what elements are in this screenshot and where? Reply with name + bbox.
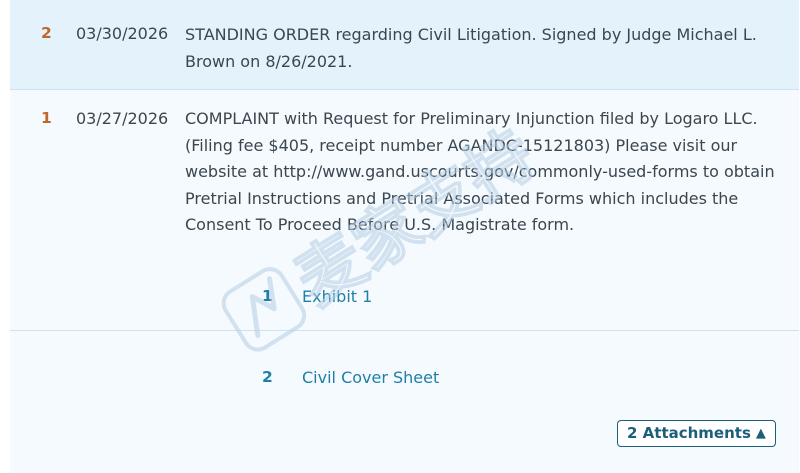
entry-description: STANDING ORDER regarding Civil Litigatio… xyxy=(185,25,757,71)
docket-table: 2 03/30/2026 STANDING ORDER regarding Ci… xyxy=(0,0,800,473)
attachment-number: 2 xyxy=(262,368,273,386)
entry-date: 03/30/2026 xyxy=(76,24,169,43)
attachment-item: 2 Civil Cover Sheet xyxy=(10,331,799,473)
docket-entry-row: 2 03/30/2026 STANDING ORDER regarding Ci… xyxy=(10,0,799,90)
attachment-link-exhibit-1[interactable]: Exhibit 1 xyxy=(302,287,372,306)
attachments-toggle-button[interactable]: 2 Attachments ▲ xyxy=(617,420,776,447)
attachment-item: 1 Exhibit 1 xyxy=(10,258,799,331)
attachments-toggle-label: 2 Attachments xyxy=(627,424,751,442)
attachment-link-civil-cover-sheet[interactable]: Civil Cover Sheet xyxy=(302,368,439,387)
entry-number: 2 xyxy=(41,24,52,42)
entry-date: 03/27/2026 xyxy=(76,109,169,128)
caret-up-icon: ▲ xyxy=(755,426,766,441)
entry-description: COMPLAINT with Request for Preliminary I… xyxy=(185,109,775,234)
attachment-number: 1 xyxy=(262,287,273,305)
entry-number: 1 xyxy=(41,109,52,127)
